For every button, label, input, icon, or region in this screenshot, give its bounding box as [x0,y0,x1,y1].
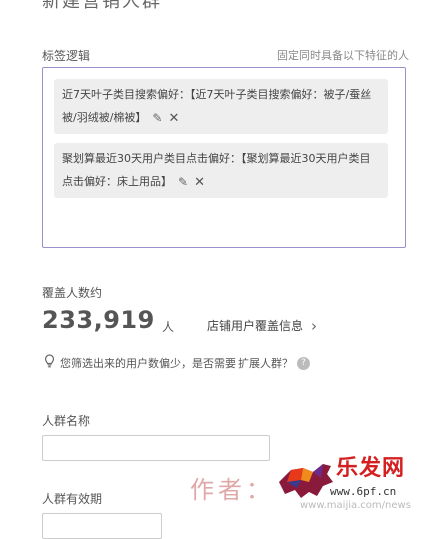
close-icon[interactable]: ✕ [194,171,205,194]
expand-audience-link[interactable]: 扩展人群？ [238,355,293,371]
store-coverage-link-label: 店铺用户覆盖信息 [207,319,304,333]
watermark-brand: 乐发网 [336,455,406,481]
watermark-site: www.6pf.cn [330,485,397,498]
tag-chip: 近7天叶子类目搜索偏好：【近7天叶子类目搜索偏好：被子/蚕丝被/羽绒被/棉被】 ✎… [54,79,388,134]
coverage-label: 覆盖人数约 [42,286,103,300]
tag-chip-text: 近7天叶子类目搜索偏好：【近7天叶子类目搜索偏好：被子/蚕丝被/羽绒被/棉被】 [62,88,372,124]
pencil-icon[interactable]: ✎ [152,107,162,130]
audience-name-label: 人群名称 [42,414,91,428]
pencil-icon[interactable]: ✎ [178,171,188,194]
tag-chip: 聚划算最近30天用户类目点击偏好：【聚划算最近30天用户类目点击偏好：床上用品】… [54,143,388,198]
lightbulb-icon [44,354,55,372]
coverage-unit: 人 [162,320,175,334]
help-icon[interactable]: ? [297,356,310,370]
tag-chip-text: 聚划算最近30天用户类目点击偏好：【聚划算最近30天用户类目点击偏好：床上用品】 [62,152,371,188]
coverage-tip: 您筛选出来的用户数偏少，是否需要 扩展人群？ ? [44,354,310,372]
tag-logic-hint: 固定同时具备以下特征的人 [277,49,409,62]
tag-logic-box[interactable]: 近7天叶子类目搜索偏好：【近7天叶子类目搜索偏好：被子/蚕丝被/羽绒被/棉被】 ✎… [42,67,406,248]
tag-logic-label: 标签逻辑 [42,49,91,63]
audience-name-input[interactable] [42,435,270,461]
close-icon[interactable]: ✕ [168,107,179,130]
coverage-tip-text: 您筛选出来的用户数偏少，是否需要 [60,357,236,370]
watermark-author: 作者： [190,476,274,504]
store-coverage-link[interactable]: 店铺用户覆盖信息 › [207,317,317,335]
audience-validity-label: 人群有效期 [42,492,103,506]
watermark-url: www.maijia.com/news [300,500,411,511]
chevron-right-icon: › [311,317,318,335]
coverage-count: 233,919 [42,306,155,334]
page-title: 新建营销人群 [42,0,162,12]
